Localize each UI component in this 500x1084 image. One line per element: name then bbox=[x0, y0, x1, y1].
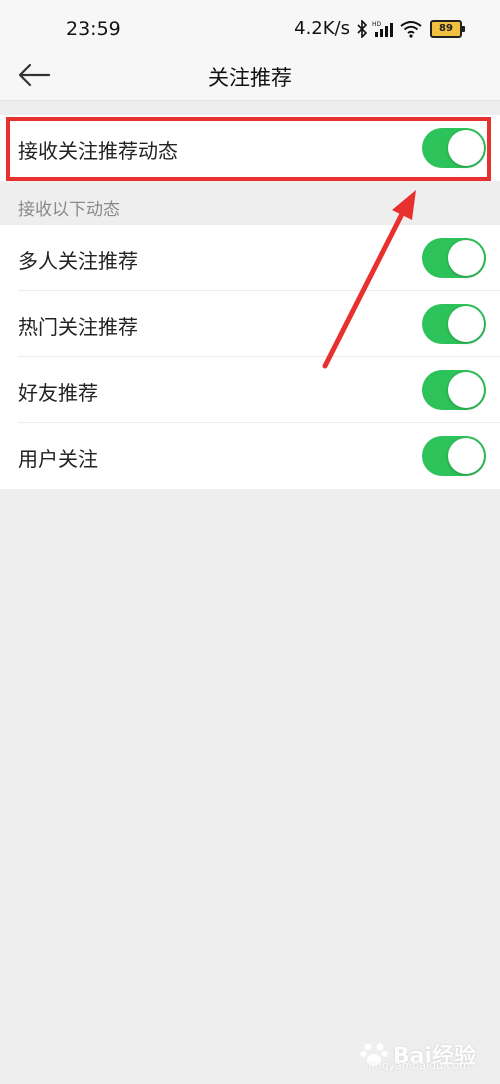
setting-row-friend: 好友推荐 bbox=[0, 357, 500, 423]
toggle-knob bbox=[448, 438, 484, 474]
setting-row-user-follow: 用户关注 bbox=[0, 423, 500, 489]
hd-signal-icon: HD bbox=[372, 20, 396, 38]
page-title: 关注推荐 bbox=[208, 66, 292, 90]
toggle-switch[interactable] bbox=[422, 370, 486, 410]
setting-label: 多人关注推荐 bbox=[18, 249, 138, 273]
battery-icon: 89 bbox=[430, 19, 465, 38]
baidu-jingyan-watermark: Bai经验 jingyan.baidu.com bbox=[359, 1038, 476, 1072]
status-time: 23:59 bbox=[66, 18, 121, 40]
setting-row-multi-follow: 多人关注推荐 bbox=[0, 225, 500, 291]
nav-bar: 关注推荐 bbox=[0, 50, 500, 101]
svg-text:HD: HD bbox=[372, 21, 382, 28]
toggle-switch[interactable] bbox=[422, 436, 486, 476]
bluetooth-icon bbox=[356, 19, 368, 38]
toggle-knob bbox=[448, 306, 484, 342]
status-icons: 4.2K/s HD 89 bbox=[294, 18, 465, 39]
setting-label: 好友推荐 bbox=[18, 381, 98, 405]
setting-label-main: 接收关注推荐动态 bbox=[18, 139, 178, 163]
watermark-subtext: jingyan.baidu.com bbox=[368, 1059, 470, 1072]
toggle-switch[interactable] bbox=[422, 238, 486, 278]
section-header-label: 接收以下动态 bbox=[18, 200, 120, 220]
wifi-icon bbox=[400, 20, 422, 38]
section-header: 接收以下动态 bbox=[0, 183, 500, 225]
toggle-switch[interactable] bbox=[422, 304, 486, 344]
toggle-knob bbox=[448, 130, 484, 166]
status-bar: 23:59 4.2K/s HD 89 bbox=[0, 0, 500, 50]
setting-label: 用户关注 bbox=[18, 447, 98, 471]
setting-row-hot-follow: 热门关注推荐 bbox=[0, 291, 500, 357]
main-toggle-switch[interactable] bbox=[422, 128, 486, 168]
toggle-knob bbox=[448, 372, 484, 408]
setting-label: 热门关注推荐 bbox=[18, 315, 138, 339]
toggle-knob bbox=[448, 240, 484, 276]
network-speed: 4.2K/s bbox=[294, 18, 350, 39]
setting-row-main: 接收关注推荐动态 bbox=[0, 115, 500, 181]
